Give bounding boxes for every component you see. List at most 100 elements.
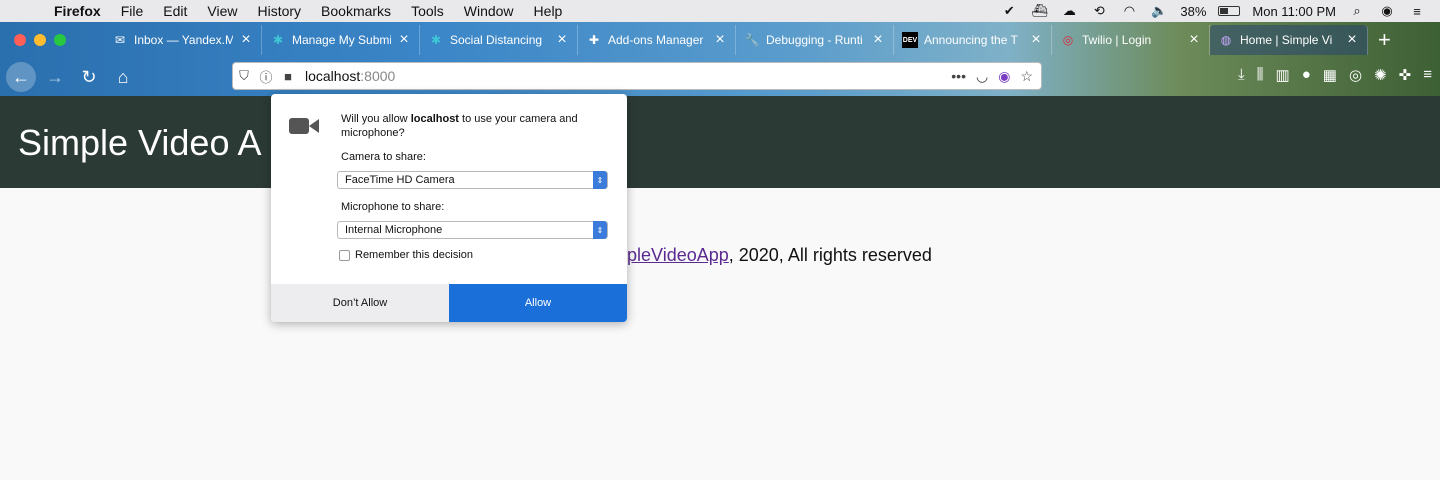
menu-app-firefox[interactable]: Firefox (44, 3, 111, 19)
page-actions-icon[interactable]: ••• (951, 68, 966, 85)
wifi-icon[interactable]: ◠ (1120, 3, 1138, 19)
footer-app-link[interactable]: mpleVideoApp (612, 245, 729, 265)
remember-checkbox[interactable] (339, 249, 350, 261)
close-tab-icon[interactable]: × (555, 31, 569, 49)
tab-social-distancing[interactable]: ✱ Social Distancing × (420, 25, 578, 55)
control-center-icon[interactable]: ≡ (1408, 4, 1426, 19)
hamburger-menu-icon[interactable]: ≡ (1423, 66, 1432, 84)
remember-decision[interactable]: Remember this decision (339, 249, 473, 261)
close-window-button[interactable] (14, 34, 26, 46)
close-tab-icon[interactable]: × (239, 31, 253, 49)
popup-buttons: Don’t Allow Allow (271, 284, 627, 322)
tab-label: Debugging - Runti (766, 33, 863, 47)
tab-label: Announcing the T (924, 33, 1018, 47)
back-button[interactable]: ← (6, 62, 36, 92)
camera-select-value: FaceTime HD Camera (345, 174, 455, 186)
select-chevron-icon: ⇕ (593, 221, 607, 239)
tab-twilio-login[interactable]: ◎ Twilio | Login × (1052, 25, 1210, 55)
shield-icon[interactable]: ⛉ (233, 68, 255, 84)
puzzle-icon: ✱ (272, 33, 284, 47)
minimize-window-button[interactable] (34, 34, 46, 46)
footer-copyright-text: , 2020, All rights reserved (728, 245, 932, 265)
tab-label: Manage My Submi (292, 33, 391, 47)
dont-allow-button[interactable]: Don’t Allow (271, 284, 449, 322)
tab-label: Add-ons Manager (608, 33, 704, 47)
creative-cloud-icon[interactable]: ☁ (1060, 3, 1078, 19)
spotlight-search-icon[interactable]: ⌕ (1348, 3, 1366, 19)
siri-icon[interactable]: ◉ (1378, 3, 1396, 19)
docker-icon[interactable]: ⛴ (1030, 3, 1048, 19)
question-host: localhost (410, 113, 459, 125)
close-tab-icon[interactable]: × (1187, 31, 1201, 49)
macos-menu-bar: Firefox File Edit View History Bookmarks… (0, 0, 1440, 22)
addons-icon: ✚ (588, 33, 600, 47)
fullscreen-window-button[interactable] (54, 34, 66, 46)
battery-percent[interactable]: 38% (1180, 4, 1206, 19)
forward-button[interactable]: → (40, 62, 70, 92)
remember-label: Remember this decision (355, 249, 473, 261)
bookmark-star-icon[interactable]: ☆ (1020, 68, 1033, 85)
menu-help[interactable]: Help (524, 3, 573, 19)
menu-bookmarks[interactable]: Bookmarks (311, 3, 401, 19)
time-machine-icon[interactable]: ⟲ (1090, 3, 1108, 19)
menu-view[interactable]: View (197, 3, 247, 19)
menu-history[interactable]: History (247, 3, 311, 19)
close-tab-icon[interactable]: × (397, 31, 411, 49)
sidebar-icon[interactable]: ▥ (1276, 66, 1290, 84)
extensions-icon[interactable]: ✜ (1399, 66, 1412, 84)
dev-icon: DEV (902, 32, 918, 48)
video-camera-icon (289, 118, 319, 134)
menu-window[interactable]: Window (454, 3, 524, 19)
page-title: Simple Video A (18, 122, 262, 163)
tab-label: Social Distancing (450, 33, 543, 47)
battery-icon[interactable] (1218, 6, 1241, 16)
reload-button[interactable]: ↻ (74, 62, 104, 92)
tab-label: Inbox — Yandex.M (134, 33, 233, 47)
home-button[interactable]: ⌂ (108, 62, 138, 92)
debug-extension-icon[interactable]: ✺ (1374, 66, 1387, 84)
tab-debugging[interactable]: 🔧 Debugging - Runti × (736, 25, 894, 55)
camera-select[interactable]: FaceTime HD Camera ⇕ (337, 171, 608, 189)
clock[interactable]: Mon 11:00 PM (1252, 4, 1336, 19)
menu-tools[interactable]: Tools (401, 3, 454, 19)
downloads-icon[interactable]: ⤓ (1238, 66, 1245, 84)
window-controls (0, 34, 104, 46)
tab-home-simple-video[interactable]: ◍ Home | Simple Vi × (1210, 25, 1368, 55)
url-port: :8000 (360, 68, 396, 84)
footer-copyright: mpleVideoApp, 2020, All rights reserved (612, 245, 932, 266)
camera-select-label: Camera to share: (341, 151, 426, 163)
url-actions: ••• ◡ ◉ ☆ (951, 68, 1041, 85)
nav-bar: ← → ↻ ⌂ ⛉ ⓘ ■ localhost :8000 ••• ◡ ◉ ☆ … (0, 58, 1440, 96)
wrench-icon: 🔧 (744, 33, 760, 47)
microphone-select-value: Internal Microphone (345, 224, 443, 236)
volume-icon[interactable]: 🔈 (1150, 3, 1168, 19)
permission-doorhanger: Will you allow localhost to use your cam… (271, 94, 627, 322)
menu-file[interactable]: File (111, 3, 154, 19)
extension-icon[interactable]: ◉ (998, 68, 1010, 85)
close-tab-icon[interactable]: × (1345, 31, 1359, 49)
microphone-select[interactable]: Internal Microphone ⇕ (337, 221, 608, 239)
url-bar[interactable]: ⛉ ⓘ ■ localhost :8000 ••• ◡ ◉ ☆ (232, 62, 1042, 90)
select-chevron-icon: ⇕ (593, 171, 607, 189)
camera-permission-icon[interactable]: ■ (277, 69, 299, 84)
twd-extension-icon[interactable]: ● (1302, 66, 1311, 84)
multi-account-extension-icon[interactable]: ▦ (1323, 66, 1337, 84)
menu-edit[interactable]: Edit (153, 3, 197, 19)
tab-label: Twilio | Login (1082, 33, 1152, 47)
network-extension-icon[interactable]: ◎ (1349, 66, 1362, 84)
new-tab-button[interactable]: + (1368, 27, 1391, 53)
close-tab-icon[interactable]: × (713, 31, 727, 49)
library-icon[interactable]: ⫼ (1257, 66, 1264, 84)
toolbar-right: ⤓ ⫼ ▥ ● ▦ ◎ ✺ ✜ ≡ (1238, 66, 1432, 84)
tab-manage-submissions[interactable]: ✱ Manage My Submi × (262, 25, 420, 55)
pocket-icon[interactable]: ◡ (976, 68, 988, 85)
close-tab-icon[interactable]: × (1029, 31, 1043, 49)
checkmark-status-icon[interactable]: ✔ (1000, 3, 1018, 19)
popup-arrow (284, 94, 302, 103)
close-tab-icon[interactable]: × (871, 31, 885, 49)
tab-inbox[interactable]: ✉ Inbox — Yandex.M × (104, 25, 262, 55)
allow-button[interactable]: Allow (449, 284, 627, 322)
info-icon[interactable]: ⓘ (255, 67, 277, 86)
tab-addons-manager[interactable]: ✚ Add-ons Manager × (578, 25, 736, 55)
tab-announcing[interactable]: DEV Announcing the T × (894, 25, 1052, 55)
